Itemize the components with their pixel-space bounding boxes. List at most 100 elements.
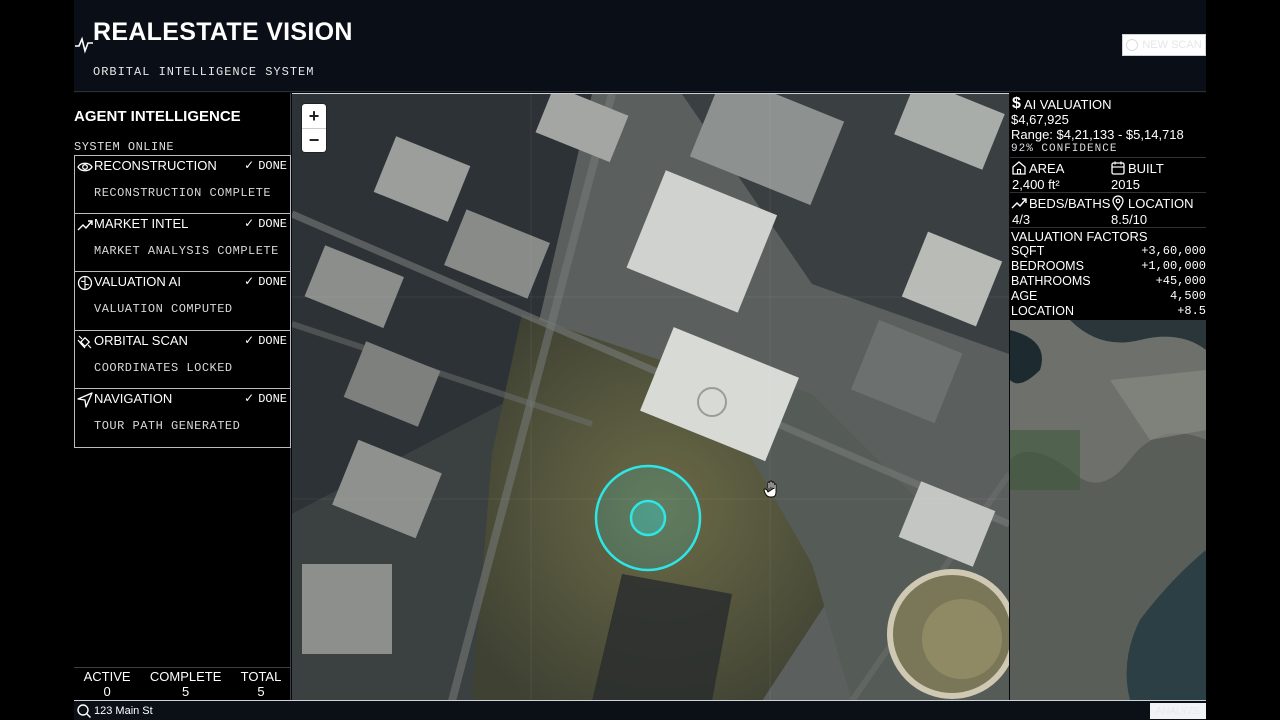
location-value: 8.5/10	[1111, 212, 1148, 227]
check-icon: ✓	[244, 215, 255, 230]
trending-up-icon	[77, 219, 93, 230]
beds-value: 4/3	[1012, 212, 1031, 227]
agent-stats: ACTIVE 0 COMPLETE 5 TOTAL 5	[74, 667, 291, 700]
factor-name: BATHROOMS	[1011, 274, 1091, 288]
agent-card-valuation-ai[interactable]: VALUATION AI ✓ DONE VALUATION COMPUTED	[74, 272, 291, 331]
stat-value: 5	[257, 684, 265, 699]
stat-value: 5	[182, 684, 190, 699]
stat-total: TOTAL 5	[241, 668, 282, 700]
valuation-title: AI VALUATION	[1023, 96, 1112, 112]
check-icon: ✓	[244, 391, 255, 405]
agent-status: ✓ DONE	[244, 333, 287, 348]
zoom-out-button[interactable]: −	[302, 128, 326, 152]
agent-status-label: DONE	[258, 216, 287, 231]
factor-row: AGE 4,500	[1011, 289, 1206, 303]
area-label: AREA	[1029, 160, 1065, 176]
app-window: REALESTATE VISION ORBITAL INTELLIGENCE S…	[74, 0, 1206, 720]
app-subtitle: ORBITAL INTELLIGENCE SYSTEM	[93, 65, 315, 79]
eye-icon	[77, 162, 93, 172]
location-cell: LOCATION 8.5/10	[1110, 195, 1194, 227]
agent-card-navigation[interactable]: NAVIGATION ✓ DONE TOUR PATH GENERATED	[74, 389, 291, 448]
dollar-icon: $	[1012, 95, 1021, 112]
stat-label: TOTAL	[240, 669, 282, 684]
minimap-imagery	[1010, 320, 1206, 700]
agent-description: VALUATION COMPUTED	[94, 302, 233, 316]
map-pin-icon	[1112, 195, 1124, 211]
factor-name: LOCATION	[1011, 304, 1074, 318]
zoom-in-button[interactable]: +	[302, 104, 326, 128]
agent-status: ✓ DONE	[244, 216, 287, 231]
agent-name: ORBITAL SCAN	[94, 332, 188, 348]
system-status: SYSTEM ONLINE	[74, 140, 175, 154]
satellite-icon	[77, 335, 92, 348]
factor-row: LOCATION +8.5	[1011, 304, 1206, 318]
agent-card-market-intel[interactable]: MARKET INTEL ✓ DONE MARKET ANALYSIS COMPL…	[74, 213, 291, 272]
address-search-input[interactable]	[94, 703, 394, 719]
refresh-icon	[1126, 39, 1139, 51]
stat-value: 0	[103, 684, 111, 699]
factor-value: +45,000	[1155, 274, 1206, 288]
built-value: 2015	[1111, 177, 1140, 192]
location-label: LOCATION	[1128, 195, 1194, 211]
calendar-icon	[1111, 161, 1125, 175]
agent-panel: AGENT INTELLIGENCE SYSTEM ONLINE RECONST…	[74, 93, 291, 700]
agent-name: VALUATION AI	[94, 274, 181, 289]
area-cell: AREA 2,400 ft²	[1011, 160, 1065, 193]
satellite-imagery	[292, 94, 1009, 700]
check-icon: ✓	[244, 158, 255, 172]
property-row-2: BEDS/BATHS 4/3 LOCATION 8.5/10	[1010, 192, 1206, 227]
factor-value: +3,60,000	[1141, 244, 1206, 258]
new-scan-label: NEW SCAN	[1142, 39, 1202, 51]
app-title: REALESTATE VISION	[93, 18, 353, 46]
valuation-confidence: 92% CONFIDENCE	[1011, 143, 1118, 155]
built-label: BUILT	[1128, 160, 1164, 176]
factor-value: +1,00,000	[1141, 259, 1206, 273]
factor-name: BEDROOMS	[1011, 259, 1084, 273]
agent-status-label: DONE	[258, 275, 287, 289]
agent-card-reconstruction[interactable]: RECONSTRUCTION ✓ DONE RECONSTRUCTION COMP…	[74, 155, 291, 214]
new-scan-button[interactable]: NEW SCAN	[1122, 34, 1206, 56]
beds-label: BEDS/BATHS	[1029, 195, 1111, 211]
search-icon	[77, 704, 92, 719]
pulse-icon	[75, 36, 93, 54]
factor-name: SQFT	[1011, 244, 1045, 258]
stat-label: COMPLETE	[149, 669, 222, 684]
factor-row: BEDROOMS +1,00,000	[1011, 259, 1206, 273]
valuation-range: Range: $4,21,133 - $5,14,718	[1011, 127, 1184, 142]
analyze-button[interactable]: ANALYZE	[1150, 703, 1206, 719]
agent-description: RECONSTRUCTION COMPLETE	[94, 186, 272, 200]
agent-description: MARKET ANALYSIS COMPLETE	[94, 243, 279, 258]
valuation-price: $4,67,925	[1011, 112, 1069, 127]
agent-description: TOUR PATH GENERATED	[94, 419, 241, 433]
check-icon: ✓	[244, 332, 255, 347]
agent-name: MARKET INTEL	[94, 215, 189, 231]
agent-name: RECONSTRUCTION	[94, 158, 217, 173]
navigation-icon	[77, 392, 93, 408]
factor-value: 4,500	[1169, 289, 1206, 303]
agent-list: RECONSTRUCTION ✓ DONE RECONSTRUCTION COMP…	[74, 155, 291, 448]
overview-minimap[interactable]	[1010, 320, 1206, 700]
factor-row: SQFT +3,60,000	[1011, 244, 1206, 258]
search-bar: ANALYZE	[74, 700, 1206, 720]
agent-status: ✓ DONE	[244, 274, 287, 289]
agent-status: ✓ DONE	[244, 158, 287, 173]
valuation-header: $ AI VALUATION	[1012, 95, 1112, 113]
agent-status: ✓ DONE	[244, 391, 287, 406]
factor-name: AGE	[1011, 289, 1038, 303]
valuation-panel: $ AI VALUATION $4,67,925 Range: $4,21,13…	[1010, 93, 1206, 700]
beds-cell: BEDS/BATHS 4/3	[1011, 195, 1110, 227]
valuation-factors-title: VALUATION FACTORS	[1011, 229, 1148, 244]
agent-panel-title: AGENT INTELLIGENCE	[74, 108, 241, 125]
agent-card-orbital-scan[interactable]: ORBITAL SCAN ✓ DONE COORDINATES LOCKED	[74, 330, 291, 389]
agent-status-label: DONE	[258, 392, 287, 406]
stat-label: ACTIVE	[83, 669, 131, 684]
header: REALESTATE VISION ORBITAL INTELLIGENCE S…	[74, 0, 1206, 92]
home-icon	[1012, 161, 1026, 175]
factor-row: BATHROOMS +45,000	[1011, 274, 1206, 288]
zoom-control: + −	[302, 104, 326, 152]
agent-description: COORDINATES LOCKED	[94, 360, 233, 375]
check-icon: ✓	[244, 274, 255, 288]
satellite-map[interactable]: + −	[292, 93, 1009, 700]
factor-value: +8.5	[1177, 304, 1206, 318]
stat-complete: COMPLETE 5	[150, 668, 222, 700]
